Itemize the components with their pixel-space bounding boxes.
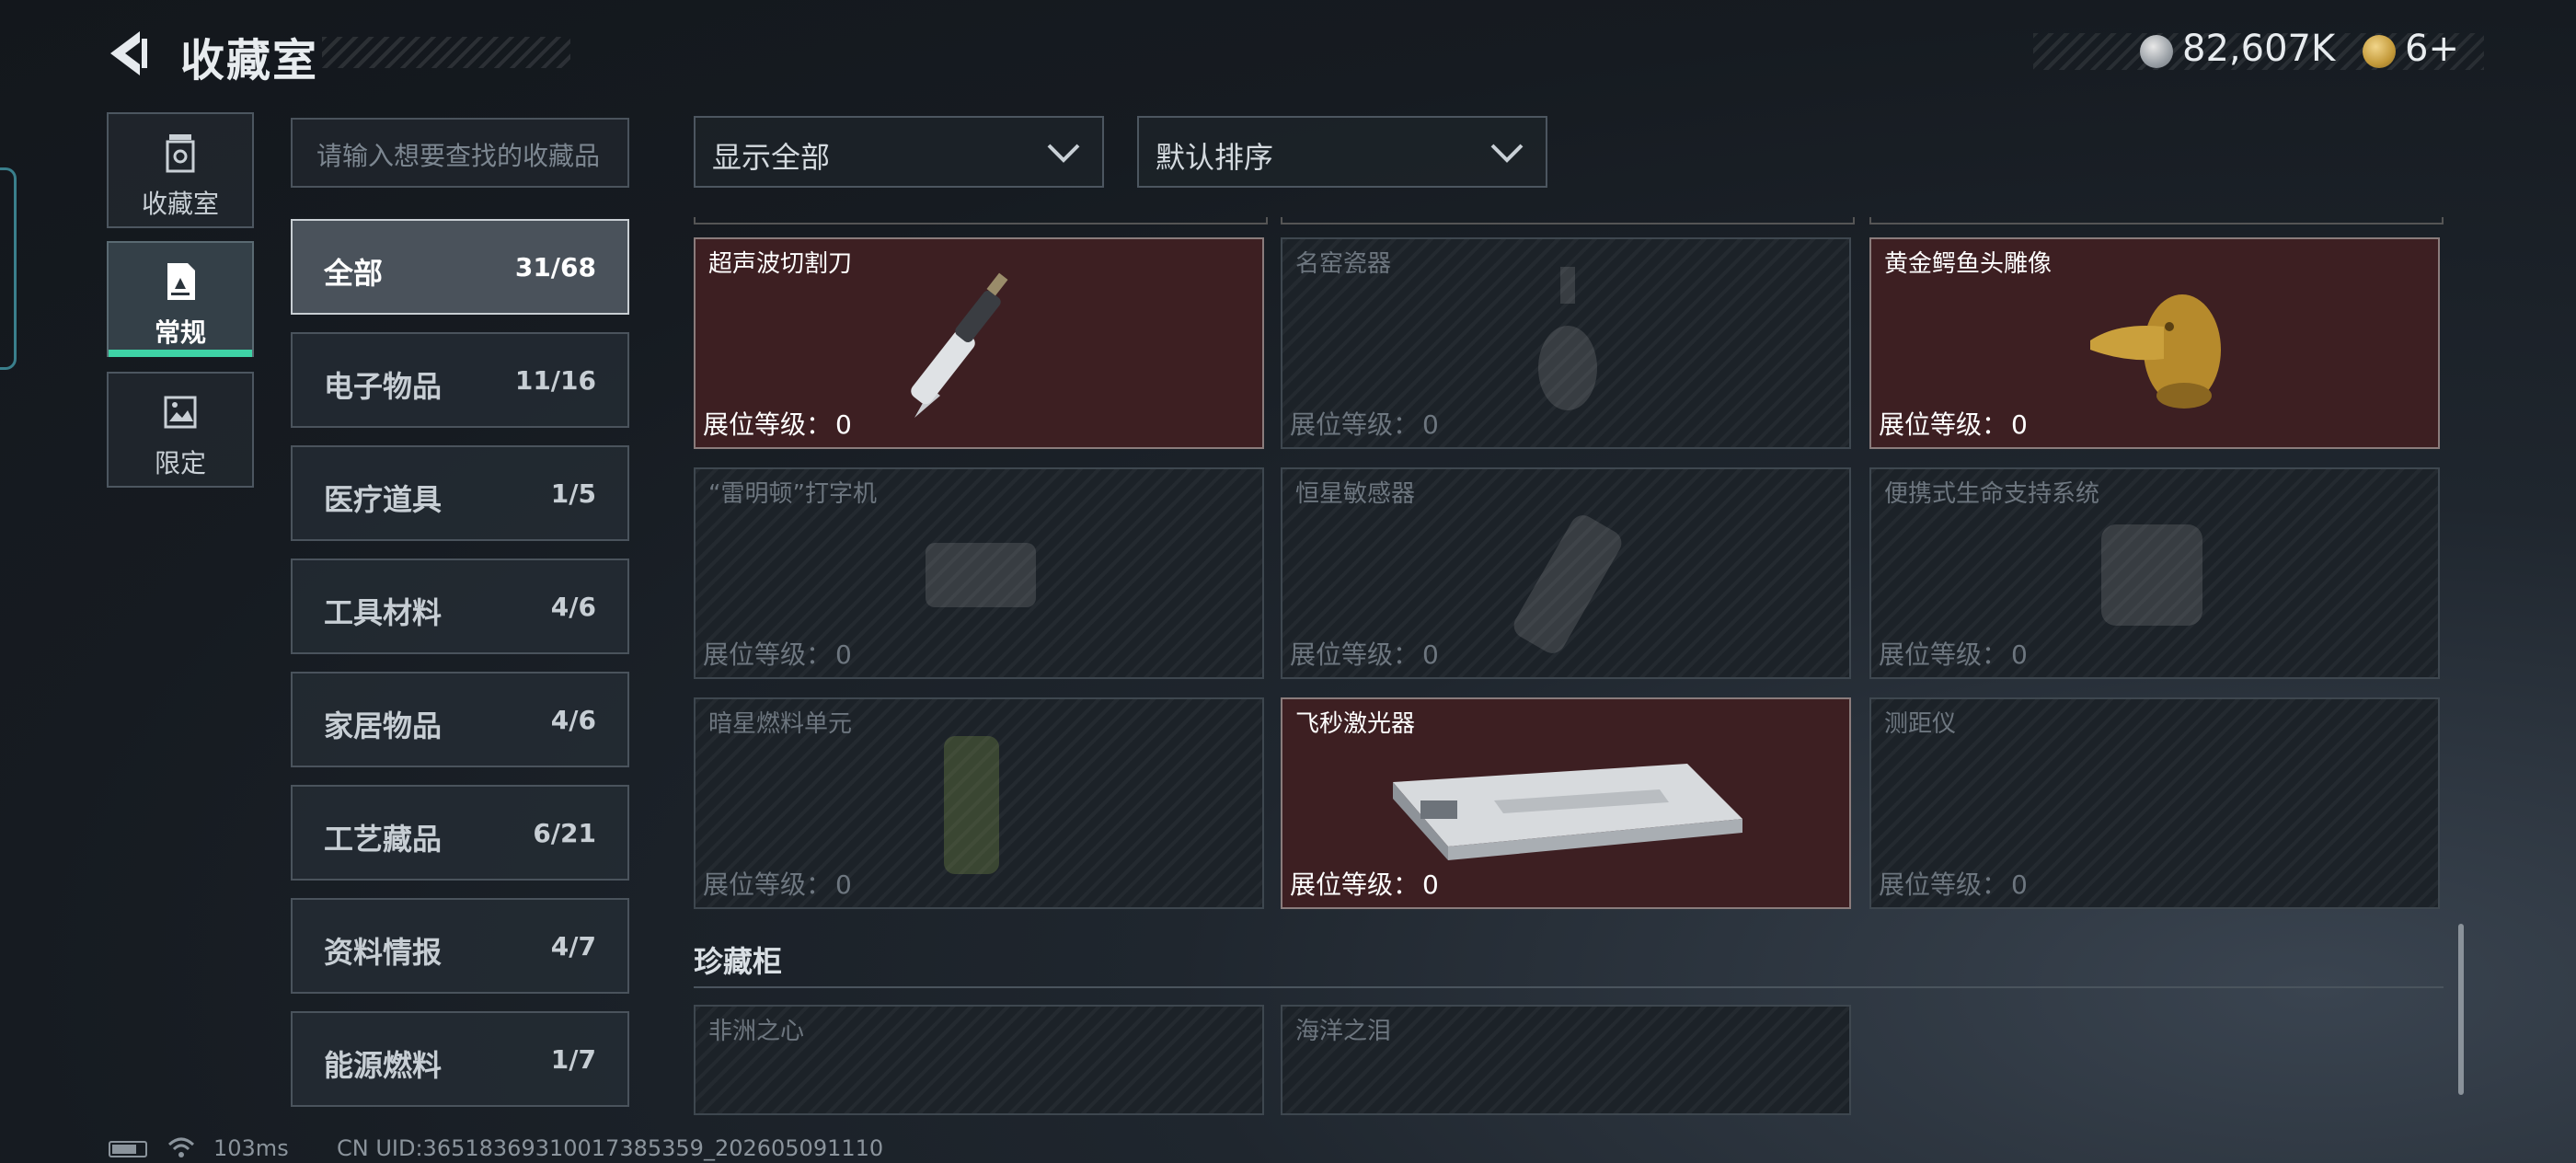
collection-item-card[interactable]: 便携式生命支持系统 展位等级： 0: [1869, 467, 2440, 679]
porcelain-silhouette: [1538, 267, 1597, 410]
chevron-down-icon: [1490, 144, 1524, 163]
vault-icon: [166, 134, 195, 173]
collection-item-card[interactable]: 非洲之心: [694, 1005, 1264, 1115]
title-decoration: [322, 37, 570, 68]
category-electronics[interactable]: 电子物品 11/16: [291, 332, 629, 428]
category-name: 能源燃料: [324, 1048, 443, 1083]
mode-tab-regular[interactable]: 常规: [107, 241, 254, 357]
category-name: 资料情报: [324, 935, 443, 970]
category-name: 工艺藏品: [324, 822, 443, 857]
item-name: 非洲之心: [708, 1018, 805, 1045]
mode-tab-label: 常规: [154, 317, 206, 348]
booth-level: 展位等级： 0: [1879, 409, 2028, 440]
collection-item-card[interactable]: 测距仪 展位等级： 0: [1869, 697, 2440, 909]
booth-level: 展位等级： 0: [1290, 409, 1439, 440]
life-support-silhouette: [2101, 524, 2202, 626]
filter-dropdown-value: 显示全部: [712, 140, 831, 175]
category-name: 全部: [324, 256, 384, 291]
mode-tab-label: 限定: [154, 448, 206, 478]
item-name: 测距仪: [1884, 710, 1957, 738]
booth-level: 展位等级： 0: [703, 639, 852, 670]
item-name: 海洋之泪: [1295, 1018, 1392, 1045]
category-count: 4/7: [550, 931, 596, 961]
sort-dropdown[interactable]: 默认排序: [1137, 116, 1547, 188]
chevron-down-icon: [1047, 144, 1080, 163]
side-drawer-handle[interactable]: [0, 167, 17, 370]
category-name: 医疗道具: [324, 482, 443, 517]
golden-crocodile-image: [2090, 294, 2221, 409]
item-name: 名窑瓷器: [1295, 250, 1392, 278]
item-name: 超声波切割刀: [708, 250, 853, 278]
collection-item-card[interactable]: 飞秒激光器 展位等级： 0: [1281, 697, 1851, 909]
silver-coin-icon: [2140, 35, 2173, 68]
femtosecond-laser-image: [1393, 764, 1742, 860]
booth-level: 展位等级： 0: [1290, 639, 1439, 670]
category-count: 1/7: [550, 1044, 596, 1075]
page-title: 收藏室: [180, 35, 319, 86]
fuel-cell-silhouette: [944, 736, 999, 874]
category-count: 31/68: [514, 252, 596, 282]
collection-item-card[interactable]: “雷明顿”打字机 展位等级： 0: [694, 467, 1264, 679]
ping-indicator: 103ms: [213, 1135, 289, 1161]
item-name: 便携式生命支持系统: [1884, 480, 2100, 508]
mode-tab-vault[interactable]: 收藏室: [107, 112, 254, 228]
gold-coin-icon: [2363, 35, 2396, 68]
battery-icon: [109, 1141, 147, 1157]
ultrasonic-knife-image: [911, 272, 1008, 418]
uid-text: CN UID:3651836931001738535​9_20260509111…: [337, 1135, 884, 1161]
document-icon: [167, 263, 195, 300]
gold-coin-value[interactable]: 6+: [2405, 28, 2459, 70]
sort-dropdown-value: 默认排序: [1156, 140, 1274, 175]
category-name: 电子物品: [324, 369, 443, 404]
category-count: 4/6: [550, 592, 596, 622]
filter-dropdown[interactable]: 显示全部: [694, 116, 1104, 188]
collection-item-card[interactable]: 名窑瓷器 展位等级： 0: [1281, 237, 1851, 449]
scrollbar[interactable]: [2458, 924, 2464, 1095]
category-all[interactable]: 全部 31/68: [291, 219, 629, 315]
category-fuel[interactable]: 能源燃料 1/7: [291, 1011, 629, 1107]
silver-coin-value: 82,607K: [2182, 28, 2336, 70]
item-name: 黄金鳄鱼头雕像: [1884, 250, 2053, 278]
category-medical[interactable]: 医疗道具 1/5: [291, 445, 629, 541]
category-name: 家居物品: [324, 708, 443, 743]
category-household[interactable]: 家居物品 4/6: [291, 672, 629, 767]
section-title: 珍藏柜: [694, 944, 783, 979]
category-crafts[interactable]: 工艺藏品 6/21: [291, 785, 629, 881]
category-intel[interactable]: 资料情报 4/7: [291, 898, 629, 994]
category-count: 11/16: [514, 365, 596, 396]
item-name: 恒星敏感器: [1295, 480, 1416, 508]
category-count: 1/5: [550, 478, 596, 509]
collection-item-card[interactable]: 恒星敏感器 展位等级： 0: [1281, 467, 1851, 679]
collection-item-card[interactable]: 超声波切割刀 展位等级： 0: [694, 237, 1264, 449]
typewriter-silhouette: [926, 543, 1036, 607]
mode-tab-limited[interactable]: 限定: [107, 372, 254, 488]
active-tab-indicator: [109, 350, 252, 357]
collection-item-card[interactable]: 暗星燃料单元 展位等级： 0: [694, 697, 1264, 909]
booth-level: 展位等级： 0: [703, 869, 852, 900]
booth-level: 展位等级： 0: [703, 409, 852, 440]
item-name: 暗星燃料单元: [708, 710, 853, 738]
section-divider: [694, 986, 2444, 988]
category-name: 工具材料: [324, 595, 443, 630]
category-tools[interactable]: 工具材料 4/6: [291, 558, 629, 654]
star-sensor-silhouette: [1513, 515, 1622, 653]
collection-item-card[interactable]: 海洋之泪: [1281, 1005, 1851, 1115]
item-name: 飞秒激光器: [1295, 710, 1416, 738]
collection-item-card[interactable]: 黄金鳄鱼头雕像 展位等级： 0: [1869, 237, 2440, 449]
wifi-icon: [167, 1137, 195, 1157]
mode-tab-label: 收藏室: [141, 189, 219, 219]
previous-row-edge: [694, 217, 2534, 225]
back-arrow-icon[interactable]: [103, 26, 158, 81]
booth-level: 展位等级： 0: [1879, 639, 2028, 670]
booth-level: 展位等级： 0: [1879, 869, 2028, 900]
category-count: 4/6: [550, 705, 596, 735]
search-input[interactable]: 请输入想要查找的收藏品: [291, 118, 629, 188]
picture-icon: [164, 396, 197, 429]
booth-level: 展位等级： 0: [1290, 869, 1439, 900]
category-count: 6/21: [533, 818, 596, 848]
item-name: “雷明顿”打字机: [708, 480, 877, 508]
